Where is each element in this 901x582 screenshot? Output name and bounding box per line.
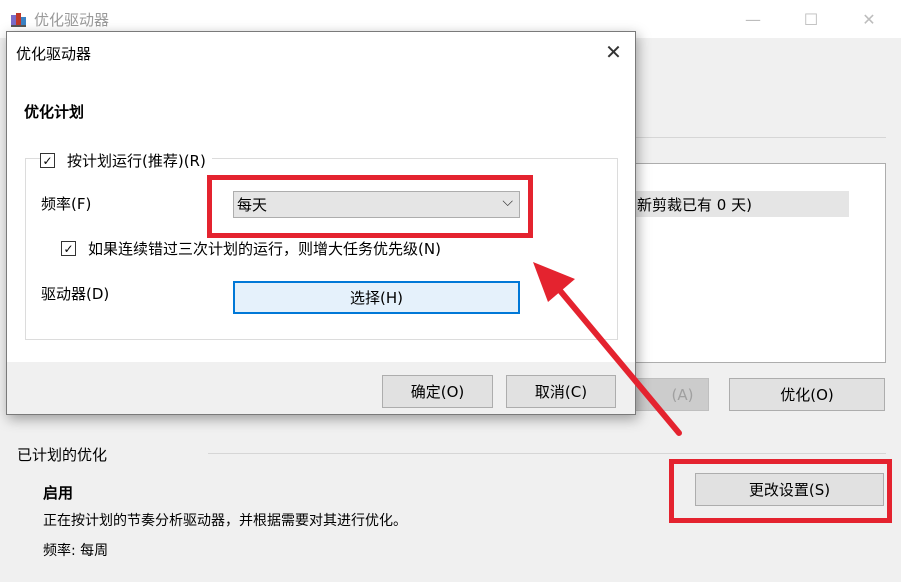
annotation-highlight-frequency bbox=[207, 175, 533, 238]
dialog-title: 优化驱动器 bbox=[16, 45, 92, 63]
window-title: 优化驱动器 bbox=[34, 11, 110, 29]
minimize-icon[interactable]: — bbox=[730, 0, 776, 38]
optimize-button-label: 优化(O) bbox=[780, 386, 834, 404]
select-drives-button[interactable]: 选择(H) bbox=[233, 281, 520, 314]
scheduled-optimization-heading: 已计划的优化 bbox=[17, 446, 108, 464]
ok-button-label: 确定(O) bbox=[410, 383, 465, 401]
drive-row-status-text: 新剪裁已有 0 天) bbox=[637, 196, 752, 214]
run-on-schedule-option[interactable]: ✓ 按计划运行(推荐)(R) bbox=[40, 150, 212, 171]
drive-list-row[interactable]: 新剪裁已有 0 天) bbox=[613, 191, 849, 217]
frequency-label: 频率(F) bbox=[41, 195, 92, 213]
dialog-titlebar: 优化驱动器 ✕ bbox=[7, 32, 635, 72]
increase-priority-option[interactable]: ✓ 如果连续错过三次计划的运行，则增大任务优先级(N) bbox=[61, 238, 441, 259]
optimize-button[interactable]: 优化(O) bbox=[729, 378, 885, 411]
run-on-schedule-label: 按计划运行(推荐)(R) bbox=[67, 152, 206, 170]
schedule-section-title: 优化计划 bbox=[24, 103, 85, 121]
drives-label: 驱动器(D) bbox=[41, 285, 110, 303]
schedule-frequency-status: 频率: 每周 bbox=[43, 543, 109, 559]
increase-priority-label: 如果连续错过三次计划的运行，则增大任务优先级(N) bbox=[88, 240, 441, 258]
analyze-button-label: (A) bbox=[671, 385, 694, 404]
cancel-button-label: 取消(C) bbox=[534, 383, 588, 401]
annotation-highlight-change-settings bbox=[669, 459, 892, 523]
close-icon[interactable]: ✕ bbox=[592, 32, 635, 72]
schedule-status-title: 启用 bbox=[43, 484, 74, 502]
maximize-icon[interactable]: ☐ bbox=[788, 0, 834, 38]
divider bbox=[208, 453, 886, 454]
drive-list[interactable]: 新剪裁已有 0 天) bbox=[612, 163, 886, 363]
cancel-button[interactable]: 取消(C) bbox=[506, 375, 616, 408]
schedule-status-description: 正在按计划的节奏分析驱动器，并根据需要对其进行优化。 bbox=[43, 513, 407, 529]
defrag-app-icon bbox=[11, 13, 26, 27]
increase-priority-checkbox[interactable]: ✓ bbox=[61, 241, 76, 256]
select-drives-button-label: 选择(H) bbox=[350, 289, 403, 307]
divider bbox=[636, 137, 886, 138]
ok-button[interactable]: 确定(O) bbox=[382, 375, 493, 408]
close-icon[interactable]: ✕ bbox=[846, 0, 892, 38]
run-on-schedule-checkbox[interactable]: ✓ bbox=[40, 153, 55, 168]
